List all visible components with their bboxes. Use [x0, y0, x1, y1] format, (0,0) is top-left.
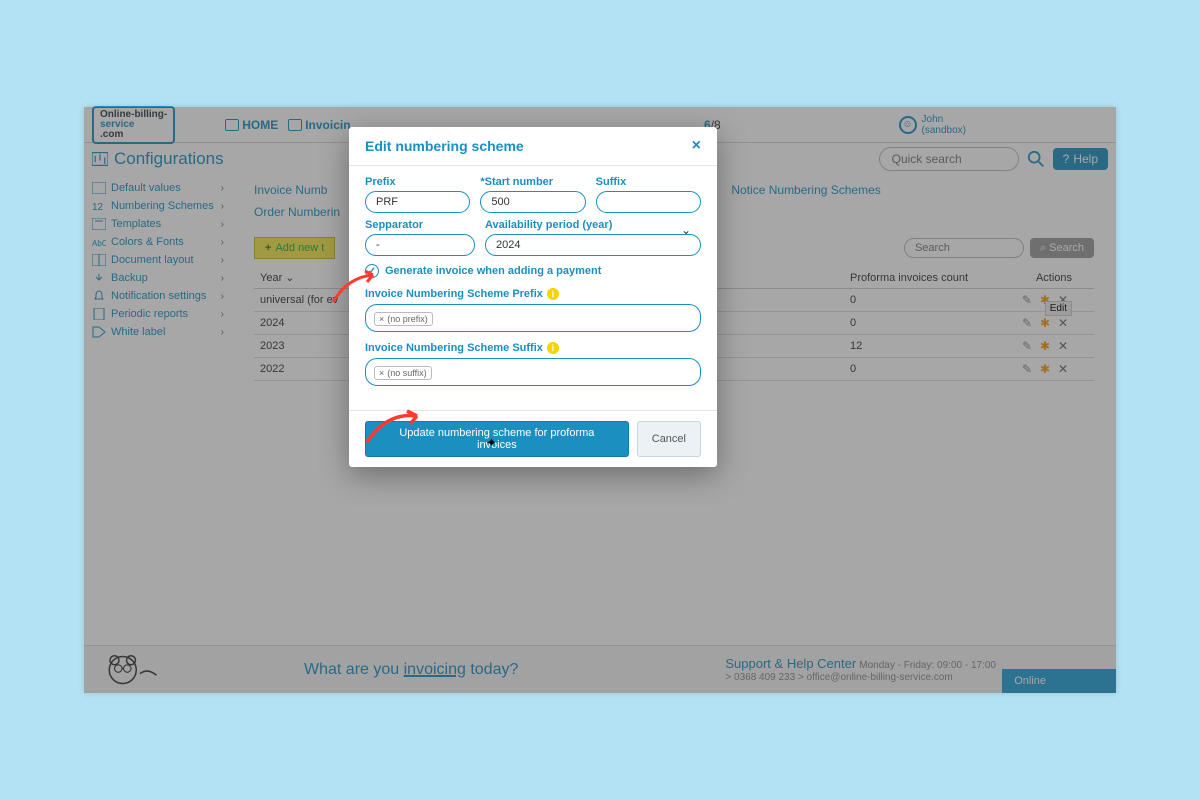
sidebar-item-colors[interactable]: AbCColors & Fonts›	[84, 233, 232, 251]
close-icon[interactable]: ×	[692, 137, 701, 155]
info-icon[interactable]: i	[547, 342, 559, 354]
bell-icon	[92, 290, 106, 302]
star-icon[interactable]: ✱	[1038, 339, 1052, 353]
edit-icon[interactable]: ✎	[1020, 316, 1034, 330]
star-icon[interactable]: ✱	[1038, 362, 1052, 376]
invoice-icon	[288, 119, 302, 131]
nav-invoicing[interactable]: Invoicin	[288, 118, 350, 132]
availability-label: Availability period (year)	[485, 219, 701, 231]
support-info: Support & Help Center Monday - Friday: 0…	[725, 656, 996, 683]
star-icon[interactable]: ✱	[1038, 316, 1052, 330]
generate-invoice-checkbox[interactable]: ✓	[365, 264, 379, 278]
tagline: What are you invoicing today?	[304, 661, 518, 678]
info-icon[interactable]: i	[547, 288, 559, 300]
chevron-right-icon: ›	[221, 183, 224, 194]
tag-icon	[92, 326, 106, 338]
sidebar-item-default-values[interactable]: Default values›	[84, 179, 232, 197]
remove-tag-icon[interactable]: ×	[379, 368, 384, 378]
add-new-button[interactable]: +Add new t	[254, 237, 335, 259]
modal-title: Edit numbering scheme	[365, 138, 524, 154]
user-menu[interactable]: ☺ John(sandbox)	[899, 114, 966, 136]
config-icon	[92, 152, 108, 166]
mascot-icon	[104, 650, 164, 690]
chevron-right-icon: ›	[221, 327, 224, 338]
prefix-input[interactable]	[365, 191, 470, 213]
cell-count: 12	[844, 335, 1014, 358]
sidebar-item-whitelabel[interactable]: White label›	[84, 323, 232, 341]
svg-text:12: 12	[92, 202, 104, 212]
svg-text:AbC: AbC	[92, 239, 106, 248]
separator-label: Sepparator	[365, 219, 475, 231]
sidebar: Default values› 12Numbering Schemes› Tem…	[84, 175, 232, 645]
table-search-button[interactable]: ⌕Search	[1030, 238, 1094, 258]
chevron-right-icon: ›	[221, 273, 224, 284]
report-icon	[92, 308, 106, 320]
search-icon[interactable]	[1027, 150, 1045, 168]
sidebar-item-backup[interactable]: Backup›	[84, 269, 232, 287]
tab-order-numbering[interactable]: Order Numberin	[254, 205, 340, 219]
inv-prefix-input[interactable]: ×(no prefix)	[365, 304, 701, 332]
start-input[interactable]	[480, 191, 585, 213]
tab-invoice-numbering[interactable]: Invoice Numb	[254, 183, 327, 197]
edit-icon[interactable]: ✎	[1020, 339, 1034, 353]
page-title: Configurations	[92, 149, 224, 169]
start-label: *Start number	[480, 176, 585, 188]
inv-suffix-label: Invoice Numbering Scheme Suffix	[365, 342, 543, 354]
sidebar-item-numbering[interactable]: 12Numbering Schemes›	[84, 197, 232, 215]
suffix-label: Suffix	[596, 176, 701, 188]
separator-input[interactable]	[365, 234, 475, 256]
layout-icon	[92, 254, 106, 266]
cell-count: 0	[844, 289, 1014, 312]
tab-notice-numbering[interactable]: Notice Numbering Schemes	[731, 183, 880, 197]
col-actions: Actions	[1014, 267, 1094, 289]
edit-icon[interactable]: ✎	[1020, 293, 1034, 307]
edit-scheme-modal: Edit numbering scheme × Prefix *Start nu…	[349, 127, 717, 467]
lens-icon: ⌕	[1040, 242, 1046, 255]
inv-prefix-label: Invoice Numbering Scheme Prefix	[365, 288, 543, 300]
quick-search-input[interactable]	[879, 147, 1019, 171]
online-badge[interactable]: Online	[1002, 669, 1116, 693]
logo[interactable]: Online-billing- service.com	[92, 106, 175, 144]
delete-icon[interactable]: ✕	[1056, 339, 1070, 353]
edit-icon[interactable]: ✎	[1020, 362, 1034, 376]
delete-icon[interactable]: ✕	[1056, 316, 1070, 330]
col-count: Proforma invoices count	[844, 267, 1014, 289]
generate-invoice-label: Generate invoice when adding a payment	[385, 265, 601, 277]
cancel-button[interactable]: Cancel	[637, 421, 701, 457]
chevron-right-icon: ›	[221, 309, 224, 320]
backup-icon	[92, 272, 106, 284]
avatar-icon: ☺	[899, 116, 917, 134]
cursor-icon: ✦	[486, 435, 497, 451]
delete-icon[interactable]: ✕	[1056, 362, 1070, 376]
availability-select[interactable]	[485, 234, 701, 256]
chevron-right-icon: ›	[221, 219, 224, 230]
remove-tag-icon[interactable]: ×	[379, 314, 384, 324]
cell-count: 0	[844, 358, 1014, 381]
cell-count: 0	[844, 312, 1014, 335]
sidebar-item-notifications[interactable]: Notification settings›	[84, 287, 232, 305]
nav-home[interactable]: HOME	[225, 118, 278, 132]
sort-icon: ⌄	[285, 272, 294, 284]
home-icon	[225, 119, 239, 131]
chevron-right-icon: ›	[221, 255, 224, 266]
sidebar-item-layout[interactable]: Document layout›	[84, 251, 232, 269]
chevron-right-icon: ›	[221, 201, 224, 212]
sidebar-item-templates[interactable]: Templates›	[84, 215, 232, 233]
numbering-icon: 12	[92, 200, 106, 212]
help-button[interactable]: ?Help	[1053, 148, 1108, 170]
colors-icon: AbC	[92, 236, 106, 248]
chevron-right-icon: ›	[221, 237, 224, 248]
edit-tooltip: Edit	[1045, 301, 1072, 316]
plus-icon: +	[265, 242, 271, 254]
table-search-input[interactable]	[904, 238, 1024, 258]
sidebar-item-reports[interactable]: Periodic reports›	[84, 305, 232, 323]
chevron-right-icon: ›	[221, 291, 224, 302]
prefix-label: Prefix	[365, 176, 470, 188]
inv-suffix-input[interactable]: ×(no suffix)	[365, 358, 701, 386]
suffix-input[interactable]	[596, 191, 701, 213]
help-icon: ?	[1063, 152, 1070, 166]
defaults-icon	[92, 182, 106, 194]
template-icon	[92, 218, 106, 230]
